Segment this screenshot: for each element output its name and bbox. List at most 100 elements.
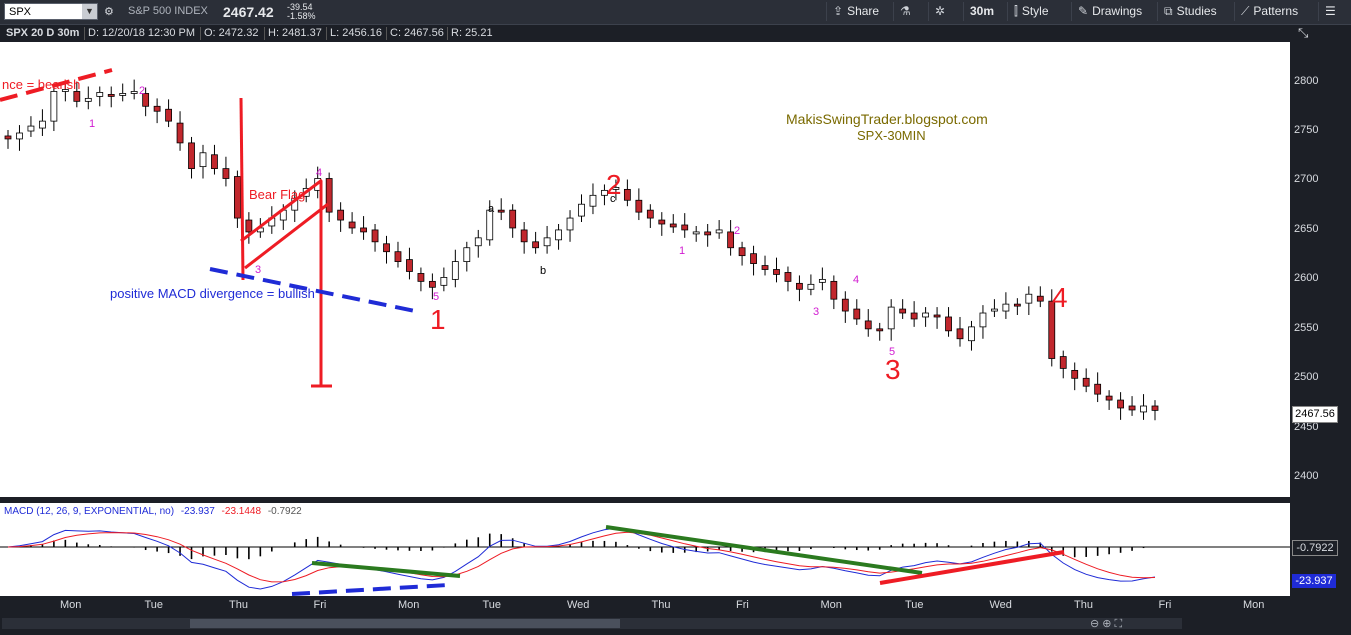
candle-body[interactable] [945,316,952,332]
candle-body[interactable] [635,199,643,213]
candle-body[interactable] [956,328,964,340]
candle-body[interactable] [589,194,597,207]
candle-body[interactable] [130,91,138,94]
candle-body[interactable] [474,237,482,247]
candle-body[interactable] [1094,383,1102,395]
candle-body[interactable] [933,314,941,318]
candle-body[interactable] [784,272,792,282]
studies-button[interactable]: ⧉ Studies [1157,2,1217,21]
candle-body[interactable] [1151,405,1159,411]
candle-body[interactable] [727,231,735,249]
candle-body[interactable] [153,105,161,112]
candle-body[interactable] [4,135,12,140]
price-axis[interactable]: 2400 2450 2500 2550 2600 2650 2700 2750 2800 [1290,42,1351,497]
candle-body[interactable] [84,97,92,102]
candle-body[interactable] [1002,303,1010,312]
share-button[interactable]: ⇪ Share [826,2,879,21]
time-axis[interactable]: Mon Tue Thu Fri Mon Tue Wed Thu Fri Mon Tue Wed Thu F… [0,597,1290,614]
candle-body[interactable] [199,152,207,168]
candle-body[interactable] [818,278,826,283]
candle-body[interactable] [497,209,505,213]
candle-body[interactable] [371,229,379,243]
symbol-input[interactable] [7,4,85,19]
scroll-thumb[interactable] [190,619,620,628]
candle-body[interactable] [646,209,654,219]
candle-body[interactable] [532,241,540,249]
candle-body[interactable] [1036,295,1044,302]
candle-body[interactable] [1013,303,1021,307]
candle-body[interactable] [796,282,803,290]
candle-body[interactable] [658,219,666,225]
candle-body[interactable] [887,306,895,330]
candle-body[interactable] [188,142,195,170]
candle-body[interactable] [383,243,390,253]
candle-body[interactable] [1117,399,1124,409]
candle-body[interactable] [1059,356,1067,369]
candle-body[interactable] [107,94,115,97]
candle-body[interactable] [73,91,81,102]
candle-body[interactable] [681,224,689,231]
candle-body[interactable] [807,283,815,290]
candle-body[interactable] [1140,405,1147,413]
candle-body[interactable] [543,237,551,247]
candle-body[interactable] [27,125,35,132]
candle-body[interactable] [1082,377,1090,387]
candle-body[interactable] [968,326,975,342]
candle-body[interactable] [463,247,471,262]
candle-body[interactable] [738,247,746,257]
candle-body[interactable] [669,223,677,228]
horizontal-scrollbar[interactable]: ⊖ ⊕ ⛶ [0,614,1351,635]
interval-button[interactable]: 30m [963,2,994,21]
candle-body[interactable] [325,178,333,213]
settings-button[interactable]: ✲ [928,2,949,21]
patterns-button[interactable]: ⟋ Patterns [1234,2,1298,21]
candle-body[interactable] [222,168,230,179]
hamburger-menu-icon[interactable]: ☰ [1318,2,1336,21]
candle-body[interactable] [578,203,585,217]
candle-body[interactable] [704,231,712,236]
candle-body[interactable] [853,308,861,320]
candle-body[interactable] [773,269,780,275]
candle-body[interactable] [394,251,402,262]
candle-body[interactable] [360,227,367,233]
candle-body[interactable] [440,277,448,286]
gear-small-icon[interactable]: ⚙ [104,5,114,18]
candle-body[interactable] [899,308,907,314]
candle-body[interactable] [979,312,987,328]
candle-body[interactable] [428,280,436,288]
style-button[interactable]: ⫿ Style [1007,2,1049,21]
candle-body[interactable] [233,176,241,219]
candle-body[interactable] [555,229,562,241]
candle-body[interactable] [841,298,849,312]
candle-body[interactable] [876,328,884,332]
candle-body[interactable] [623,188,631,201]
candle-body[interactable] [1071,369,1079,379]
candle-body[interactable] [1105,395,1113,401]
candle-body[interactable] [337,209,345,221]
candle-body[interactable] [761,265,769,270]
candle-body[interactable] [165,108,172,122]
candle-body[interactable] [211,154,218,170]
candle-body[interactable] [176,122,184,144]
candle-body[interactable] [348,221,356,229]
collapse-icon[interactable]: ⤡ [1298,25,1308,41]
candle-body[interactable] [864,320,872,330]
candle-body[interactable] [96,92,104,97]
candle-body[interactable] [245,219,253,233]
candle-body[interactable] [692,231,700,235]
candle-body[interactable] [406,259,413,272]
candle-body[interactable] [16,132,23,140]
candle-body[interactable] [830,280,838,300]
candle-body[interactable] [715,229,723,234]
candle-body[interactable] [910,312,918,320]
candle-body[interactable] [50,91,58,122]
chevron-down-icon[interactable]: ▼ [82,4,97,19]
candle-body[interactable] [39,120,46,129]
price-chart-pane[interactable]: MakisSwingTrader.blogspot.com SPX-30MIN … [0,42,1290,497]
flask-button[interactable]: ⚗ [893,2,915,21]
candle-body[interactable] [417,273,425,282]
candle-body[interactable] [922,312,929,318]
candle-body[interactable] [566,217,574,231]
candle-body[interactable] [119,93,127,96]
zoom-controls-icon[interactable]: ⊖ ⊕ ⛶ [1090,617,1122,631]
